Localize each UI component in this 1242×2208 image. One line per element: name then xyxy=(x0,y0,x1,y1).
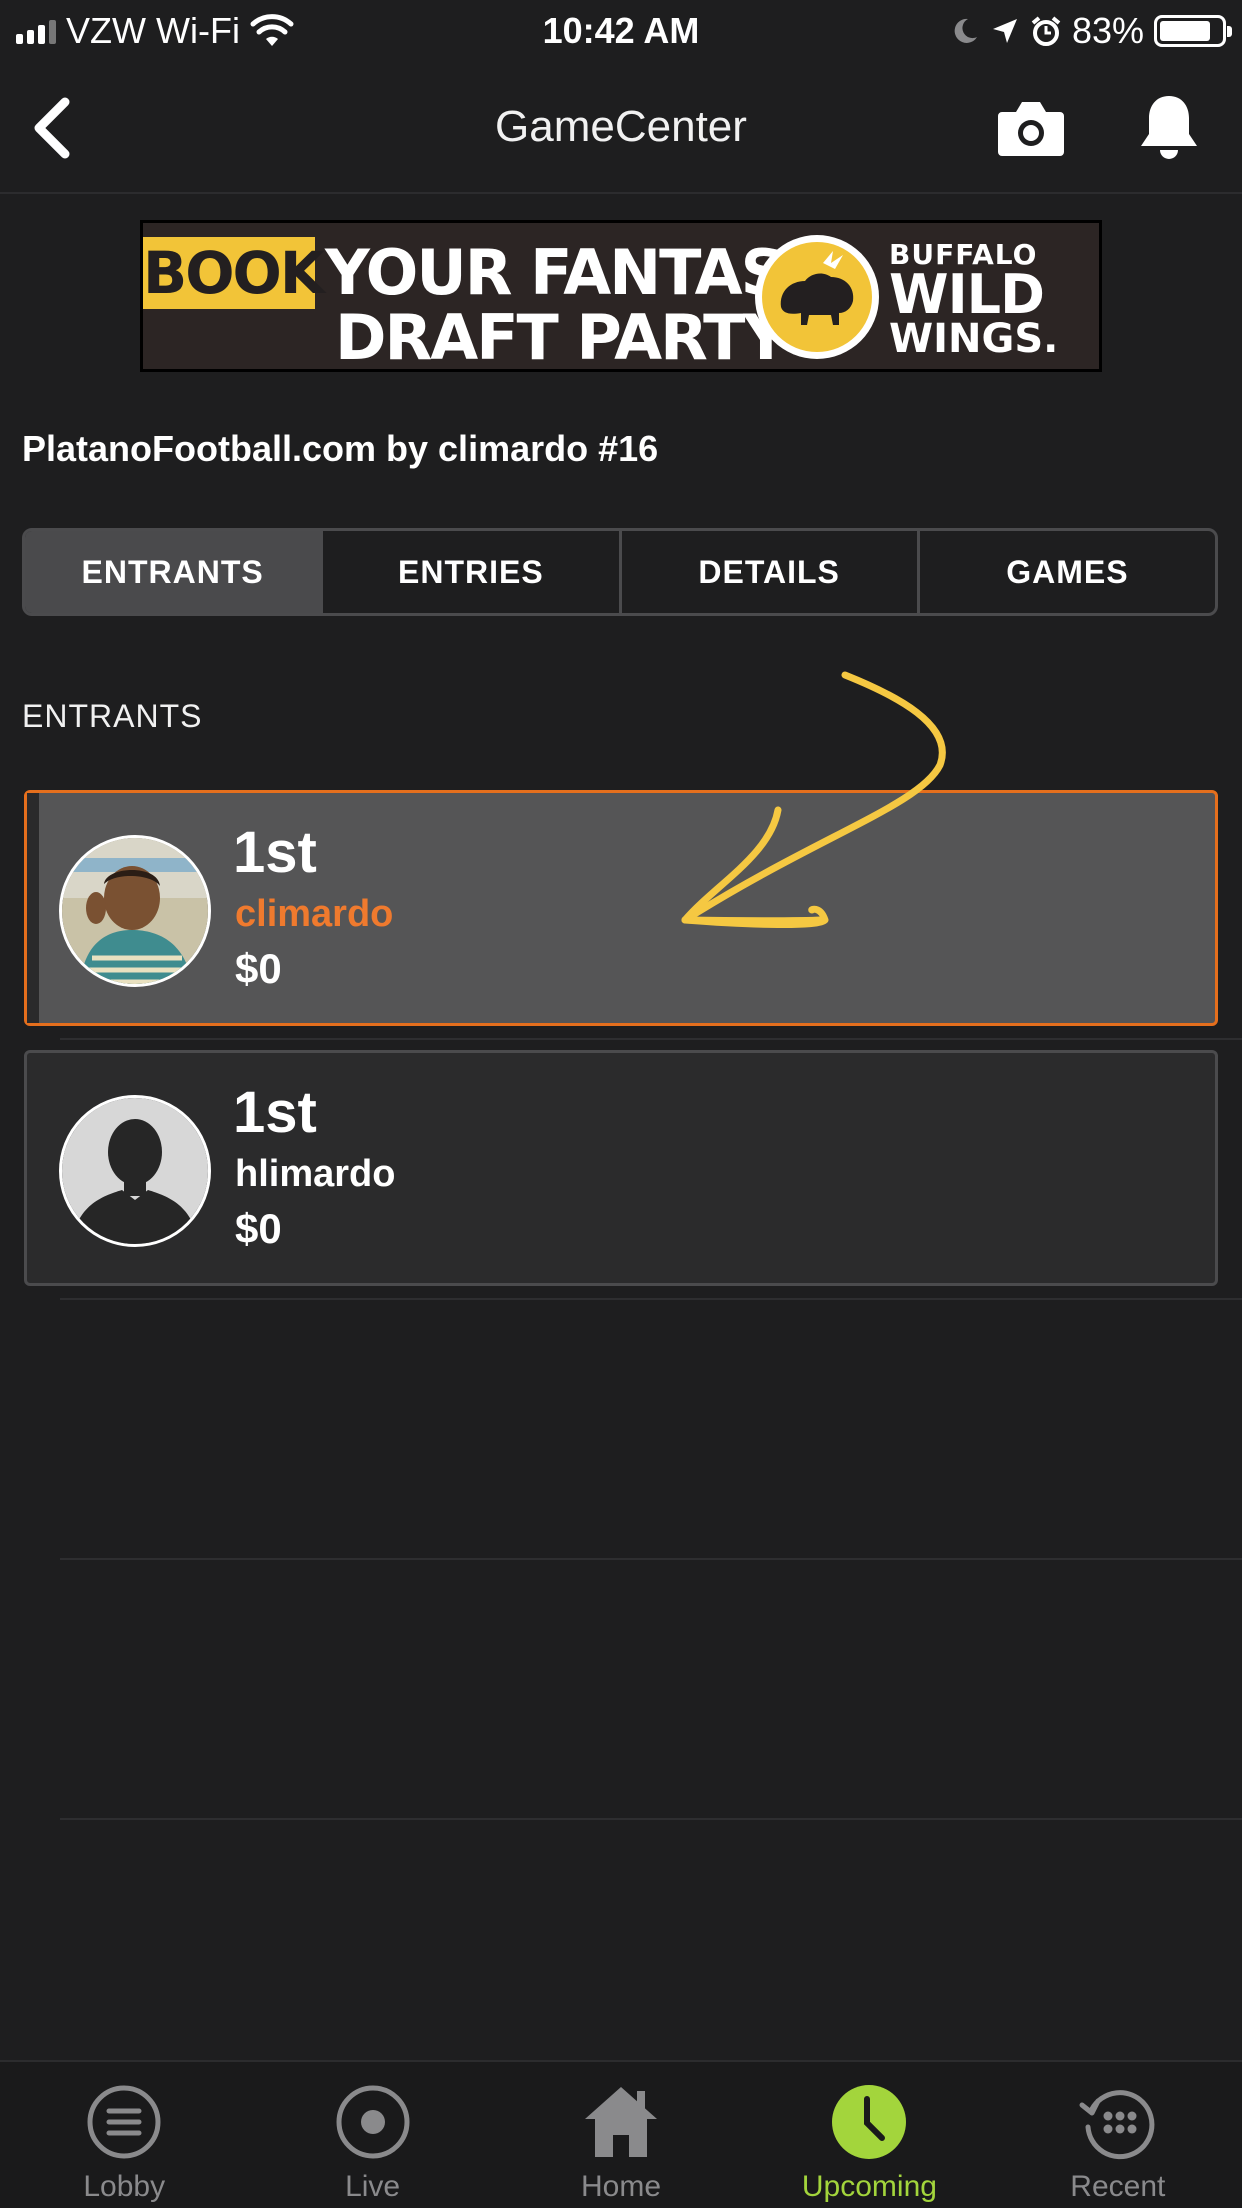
tab-label: Upcoming xyxy=(801,2170,937,2203)
bottom-tab-bar: Lobby Live Home Upcoming Recent xyxy=(0,2060,1242,2208)
tab-label: Home xyxy=(581,2170,662,2203)
entrant-amount: $0 xyxy=(235,945,282,992)
carrier-label: VZW Wi-Fi xyxy=(66,10,240,51)
nav-bar: GameCenter xyxy=(0,62,1242,194)
entrant-rank: 1st xyxy=(233,820,317,885)
ad-brand-line3: WINGS. xyxy=(889,316,1059,362)
entrant-rank: 1st xyxy=(233,1080,317,1145)
ad-headline-line2: DRAFT PARTY xyxy=(335,301,788,372)
location-arrow-icon xyxy=(992,19,1017,43)
history-dots-icon xyxy=(1078,2082,1158,2162)
list-divider xyxy=(60,1818,1242,1820)
wifi-icon xyxy=(250,14,294,46)
list-divider xyxy=(60,1038,1242,1040)
tab-live[interactable]: Live xyxy=(248,2062,496,2208)
ad-brand-line2: WILD xyxy=(889,263,1045,326)
tab-home[interactable]: Home xyxy=(497,2062,745,2208)
entrant-card[interactable]: 1st hlimardo $0 xyxy=(24,1050,1218,1286)
battery-percent: 83% xyxy=(1071,10,1144,51)
tab-label: Lobby xyxy=(83,2170,166,2203)
ad-brand: BUFFALO WILD WINGS. xyxy=(889,239,1089,362)
battery-icon xyxy=(1154,15,1232,47)
notifications-button[interactable] xyxy=(1136,92,1202,164)
entrant-card[interactable]: 1st climardo $0 xyxy=(24,790,1218,1026)
camera-button[interactable] xyxy=(996,96,1066,160)
entrant-amount: $0 xyxy=(235,1205,282,1252)
list-circle-icon xyxy=(84,2082,164,2162)
list-divider xyxy=(60,1558,1242,1560)
league-title: PlatanoFootball.com by climardo #16 xyxy=(22,428,659,469)
entrant-username: hlimardo xyxy=(235,1153,396,1195)
default-user-icon xyxy=(62,1098,208,1244)
camera-icon xyxy=(998,102,1064,156)
avatar xyxy=(59,835,211,987)
clock-icon xyxy=(829,2082,909,2162)
tab-upcoming[interactable]: Upcoming xyxy=(745,2062,993,2208)
avatar xyxy=(59,1095,211,1247)
tab-details[interactable]: DETAILS xyxy=(622,531,920,613)
tab-entries[interactable]: ENTRIES xyxy=(323,531,622,613)
user-photo-icon xyxy=(62,838,208,984)
list-divider xyxy=(60,1298,1242,1300)
home-icon xyxy=(581,2082,661,2162)
status-left: VZW Wi-Fi xyxy=(16,10,294,52)
tab-games[interactable]: GAMES xyxy=(920,531,1215,613)
tab-lobby[interactable]: Lobby xyxy=(0,2062,248,2208)
battery-fill xyxy=(1160,21,1210,41)
tab-label: Recent xyxy=(1070,2170,1166,2203)
status-right: 83% xyxy=(950,10,1232,52)
section-header: ENTRANTS xyxy=(22,698,203,734)
status-bar: VZW Wi-Fi 10:42 AM 83% xyxy=(0,0,1242,62)
segmented-tabs: ENTRANTS ENTRIES DETAILS GAMES xyxy=(22,528,1218,616)
record-circle-icon xyxy=(333,2082,413,2162)
signal-icon xyxy=(16,18,56,44)
tab-label: Live xyxy=(345,2170,401,2203)
ad-headline-line1: YOUR FANTASY xyxy=(325,236,828,309)
entrant-username: climardo xyxy=(235,893,394,935)
moon-icon xyxy=(954,18,977,43)
ad-banner[interactable]: BOOK YOUR FANTASY DRAFT PARTY BUFFALO WI… xyxy=(140,220,1102,372)
bell-icon xyxy=(1141,96,1197,159)
ad-book-label: BOOK xyxy=(143,237,325,309)
buffalo-logo-icon xyxy=(755,235,879,359)
tab-recent[interactable]: Recent xyxy=(994,2062,1242,2208)
tab-entrants[interactable]: ENTRANTS xyxy=(25,531,324,613)
alarm-icon xyxy=(1031,16,1061,46)
